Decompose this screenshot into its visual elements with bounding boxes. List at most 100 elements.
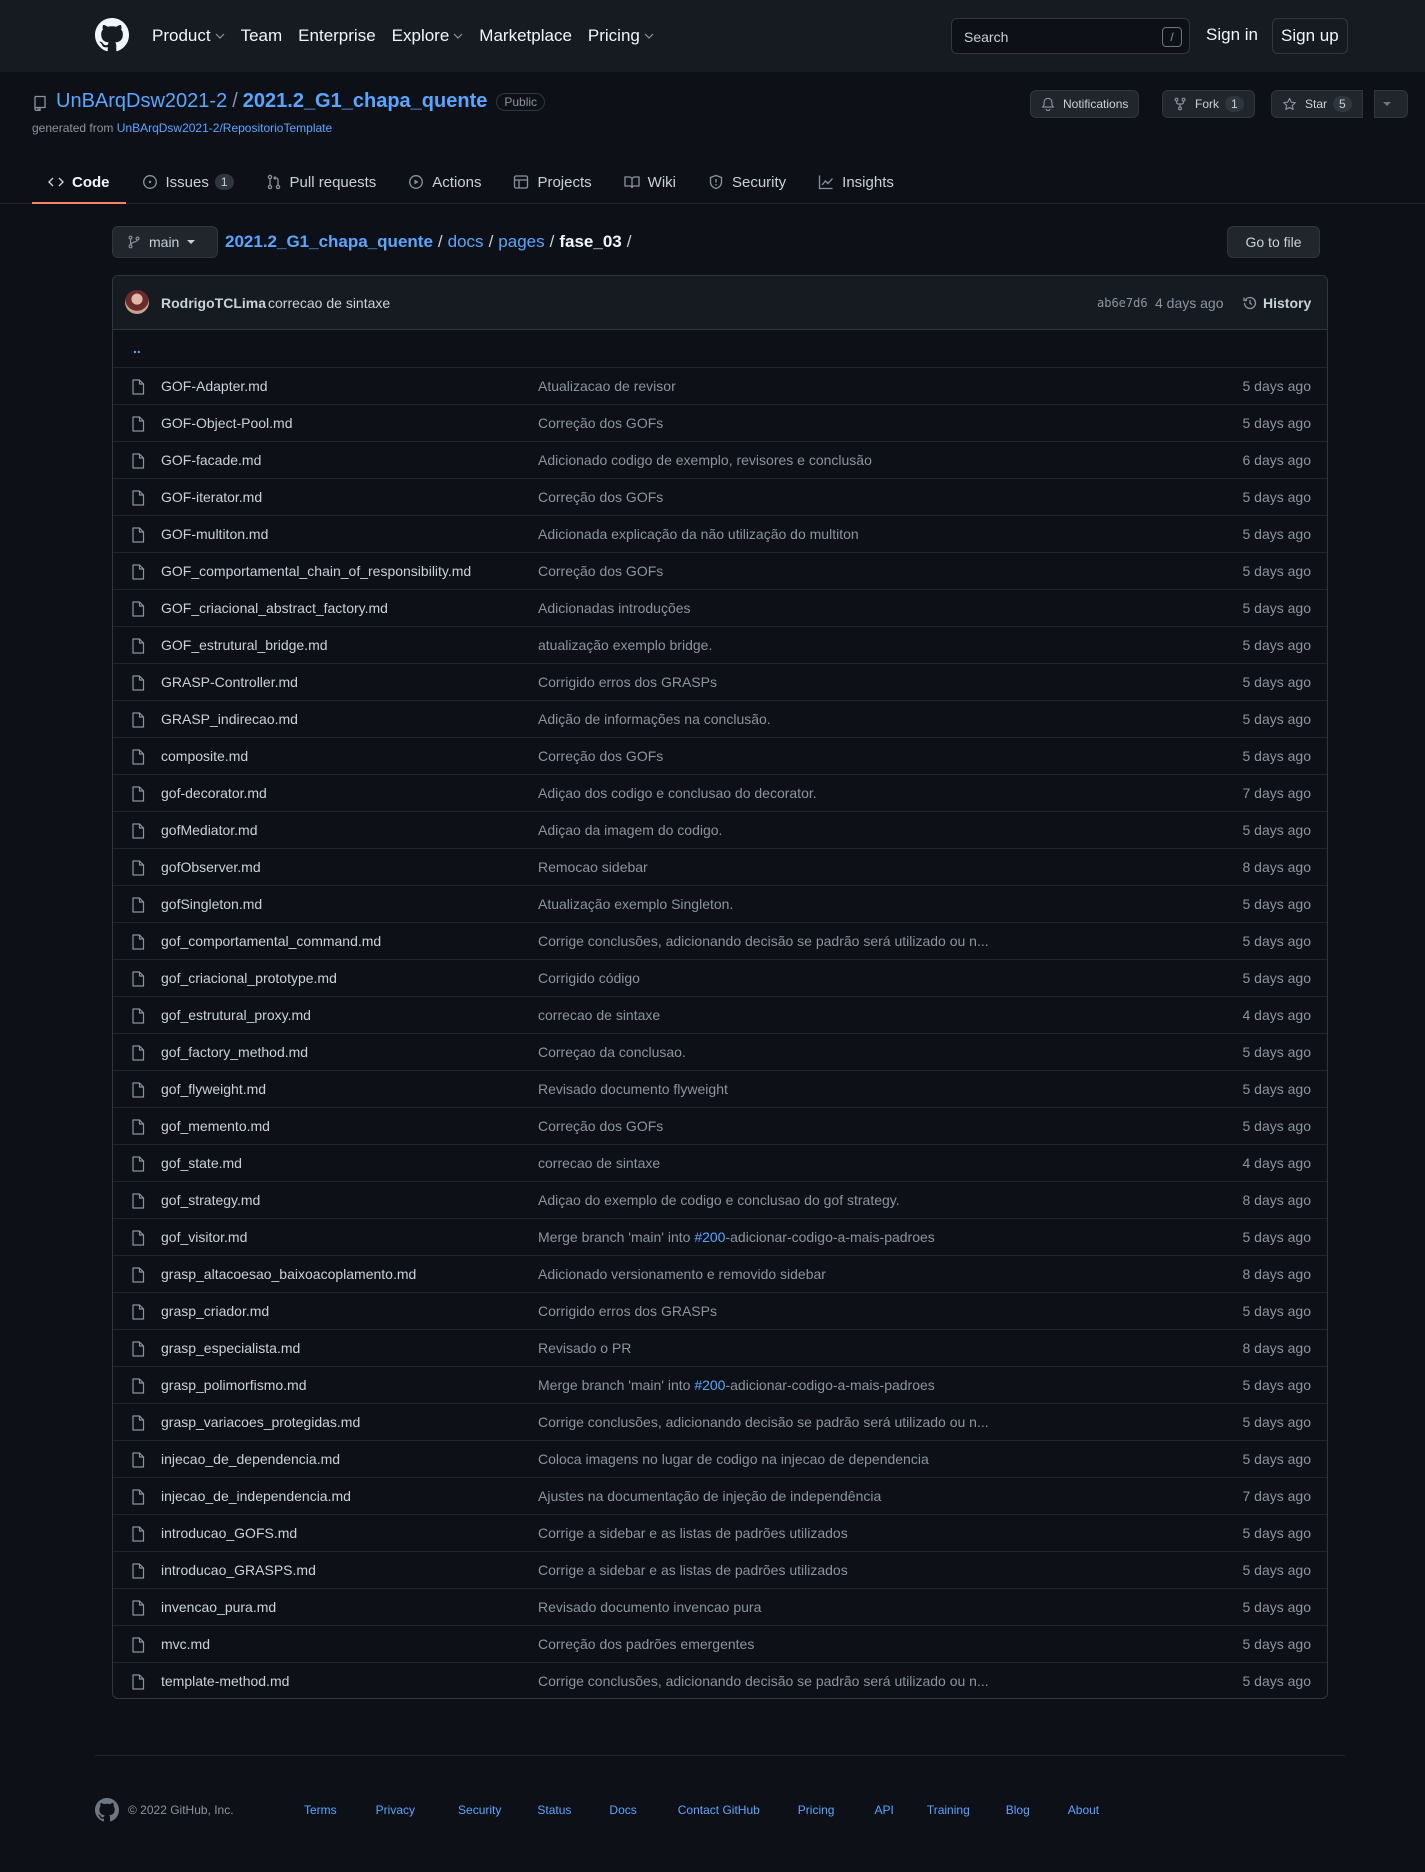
file-commit-message[interactable]: Adiçao dos codigo e conclusao do decorat… — [538, 785, 817, 801]
file-row[interactable]: GOF_comportamental_chain_of_responsibili… — [113, 552, 1327, 589]
file-row[interactable]: mvc.md Correção dos padrões emergentes 5 d… — [113, 1625, 1327, 1662]
file-name-link[interactable]: mvc.md — [161, 1636, 210, 1652]
breadcrumb-pages-link[interactable]: pages — [498, 232, 544, 252]
file-commit-message[interactable]: Revisado documento invencao pura — [538, 1599, 761, 1615]
tab-projects[interactable]: Projects — [497, 160, 607, 204]
file-name-link[interactable]: gofSingleton.md — [161, 896, 262, 912]
github-mark-icon[interactable] — [95, 1798, 119, 1822]
nav-enterprise[interactable]: Enterprise — [298, 26, 375, 46]
file-commit-message[interactable]: Corrige conclusões, adicionando decisão … — [538, 1673, 989, 1689]
issue-link[interactable]: #200 — [694, 1229, 725, 1245]
file-row[interactable]: grasp_criador.md Corrigido erros dos GRAS… — [113, 1292, 1327, 1329]
file-commit-message[interactable]: Adicionado versionamento e removido side… — [538, 1266, 826, 1282]
nav-product[interactable]: Product — [152, 26, 225, 46]
file-commit-message[interactable]: Corrige a sidebar e as listas de padrões… — [538, 1525, 848, 1541]
file-name-link[interactable]: gof_factory_method.md — [161, 1044, 308, 1060]
file-commit-message[interactable]: Corrigido erros dos GRASPs — [538, 674, 717, 690]
file-commit-message[interactable]: Ajustes na documentação de injeção de in… — [538, 1488, 881, 1504]
footer-link-contact-github[interactable]: Contact GitHub — [678, 1803, 760, 1817]
file-commit-message[interactable]: Coloca imagens no lugar de codigo na inj… — [538, 1451, 929, 1467]
footer-link-status[interactable]: Status — [537, 1803, 571, 1817]
file-commit-message[interactable]: Adicionadas introduções — [538, 600, 691, 616]
file-name-link[interactable]: grasp_variacoes_protegidas.md — [161, 1414, 360, 1430]
avatar[interactable] — [125, 290, 149, 314]
file-row[interactable]: composite.md Correção dos GOFs 5 days ago — [113, 737, 1327, 774]
fork-button[interactable]: Fork 1 — [1162, 90, 1255, 118]
file-row[interactable]: GRASP_indirecao.md Adição de informações … — [113, 700, 1327, 737]
file-commit-message[interactable]: Corrige conclusões, adicionando decisão … — [538, 1414, 989, 1430]
file-name-link[interactable]: GRASP_indirecao.md — [161, 711, 298, 727]
repo-name-link[interactable]: 2021.2_G1_chapa_quente — [243, 90, 488, 113]
tab-code[interactable]: Code — [32, 160, 126, 204]
commit-author-link[interactable]: RodrigoTCLima — [161, 295, 266, 311]
footer-link-docs[interactable]: Docs — [609, 1803, 636, 1817]
file-commit-message[interactable]: Correção dos GOFs — [538, 748, 663, 764]
file-name-link[interactable]: GOF-Adapter.md — [161, 378, 268, 394]
file-commit-message[interactable]: Correçao da conclusao. — [538, 1044, 686, 1060]
file-commit-message[interactable]: correcao de sintaxe — [538, 1007, 660, 1023]
file-name-link[interactable]: template-method.md — [161, 1673, 289, 1689]
file-name-link[interactable]: gof_strategy.md — [161, 1192, 260, 1208]
file-name-link[interactable]: grasp_criador.md — [161, 1303, 269, 1319]
commit-message-link[interactable]: correcao de sintaxe — [268, 295, 390, 311]
star-button[interactable]: Star 5 — [1271, 90, 1363, 118]
file-name-link[interactable]: composite.md — [161, 748, 248, 764]
file-row[interactable]: gof_factory_method.md Correçao da conclus… — [113, 1033, 1327, 1070]
nav-explore[interactable]: Explore — [392, 26, 464, 46]
tab-issues[interactable]: Issues 1 — [126, 160, 250, 204]
footer-link-pricing[interactable]: Pricing — [798, 1803, 835, 1817]
file-row[interactable]: grasp_especialista.md Revisado o PR 8 days… — [113, 1329, 1327, 1366]
file-row[interactable]: injecao_de_independencia.md Ajustes na do… — [113, 1477, 1327, 1514]
file-name-link[interactable]: GOF_comportamental_chain_of_responsibili… — [161, 563, 471, 579]
file-row[interactable]: GOF-multiton.md Adicionada explicação da … — [113, 515, 1327, 552]
file-commit-message[interactable]: Revisado documento flyweight — [538, 1081, 728, 1097]
breadcrumb-repo-link[interactable]: 2021.2_G1_chapa_quente — [225, 232, 433, 252]
file-name-link[interactable]: GOF-iterator.md — [161, 489, 262, 505]
commit-sha-link[interactable]: ab6e7d6 — [1097, 296, 1148, 310]
nav-marketplace[interactable]: Marketplace — [479, 26, 572, 46]
file-name-link[interactable]: GOF-Object-Pool.md — [161, 415, 292, 431]
file-row[interactable]: GOF-Object-Pool.md Correção dos GOFs 5 day… — [113, 404, 1327, 441]
file-name-link[interactable]: GOF-multiton.md — [161, 526, 268, 542]
file-commit-message[interactable]: Correção dos GOFs — [538, 415, 663, 431]
search-input[interactable]: Search / — [951, 18, 1190, 54]
file-name-link[interactable]: gof_comportamental_command.md — [161, 933, 381, 949]
file-name-link[interactable]: GRASP-Controller.md — [161, 674, 298, 690]
footer-link-security[interactable]: Security — [458, 1803, 501, 1817]
file-row[interactable]: gofObserver.md Remocao sidebar 8 days ago — [113, 848, 1327, 885]
file-row[interactable]: gof_flyweight.md Revisado documento flywe… — [113, 1070, 1327, 1107]
file-row[interactable]: gof_estrutural_proxy.md correcao de sinta… — [113, 996, 1327, 1033]
sign-in-link[interactable]: Sign in — [1206, 25, 1258, 45]
file-commit-message[interactable]: Remocao sidebar — [538, 859, 648, 875]
tab-security[interactable]: Security — [692, 160, 802, 204]
file-commit-message[interactable]: correcao de sintaxe — [538, 1155, 660, 1171]
file-commit-message[interactable]: Correção dos GOFs — [538, 563, 663, 579]
file-row[interactable]: injecao_de_dependencia.md Coloca imagens … — [113, 1440, 1327, 1477]
file-commit-message[interactable]: Adicionado codigo de exemplo, revisores … — [538, 452, 872, 468]
go-to-file-button[interactable]: Go to file — [1227, 226, 1320, 258]
file-name-link[interactable]: gofObserver.md — [161, 859, 261, 875]
footer-link-about[interactable]: About — [1068, 1803, 1099, 1817]
file-row[interactable]: grasp_altacoesao_baixoacoplamento.md Adic… — [113, 1255, 1327, 1292]
file-name-link[interactable]: grasp_altacoesao_baixoacoplamento.md — [161, 1266, 416, 1282]
file-commit-message[interactable]: Adiçao do exemplo de codigo e conclusao … — [538, 1192, 900, 1208]
file-name-link[interactable]: grasp_polimorfismo.md — [161, 1377, 307, 1393]
file-name-link[interactable]: introducao_GOFS.md — [161, 1525, 297, 1541]
file-commit-message[interactable]: Corrige conclusões, adicionando decisão … — [538, 933, 989, 949]
sign-up-button[interactable]: Sign up — [1272, 18, 1348, 54]
breadcrumb-docs-link[interactable]: docs — [448, 232, 484, 252]
file-row[interactable]: gof_visitor.md Merge branch 'main' into #… — [113, 1218, 1327, 1255]
branch-select-button[interactable]: main — [112, 226, 219, 258]
file-commit-message[interactable]: atualização exemplo bridge. — [538, 637, 712, 653]
file-commit-message[interactable]: Atualização exemplo Singleton. — [538, 896, 733, 912]
tab-pull-requests[interactable]: Pull requests — [250, 160, 393, 204]
file-row[interactable]: gof_criacional_prototype.md Corrigido cód… — [113, 959, 1327, 996]
template-repo-link[interactable]: UnBArqDsw2021-2/RepositorioTemplate — [117, 121, 332, 135]
file-name-link[interactable]: GOF_criacional_abstract_factory.md — [161, 600, 388, 616]
history-link[interactable]: History — [1242, 295, 1311, 311]
file-row[interactable]: gof_memento.md Correção dos GOFs 5 days ag… — [113, 1107, 1327, 1144]
file-row[interactable]: gof-decorator.md Adiçao dos codigo e conc… — [113, 774, 1327, 811]
footer-link-terms[interactable]: Terms — [304, 1803, 337, 1817]
file-name-link[interactable]: GOF_estrutural_bridge.md — [161, 637, 328, 653]
file-name-link[interactable]: introducao_GRASPS.md — [161, 1562, 316, 1578]
